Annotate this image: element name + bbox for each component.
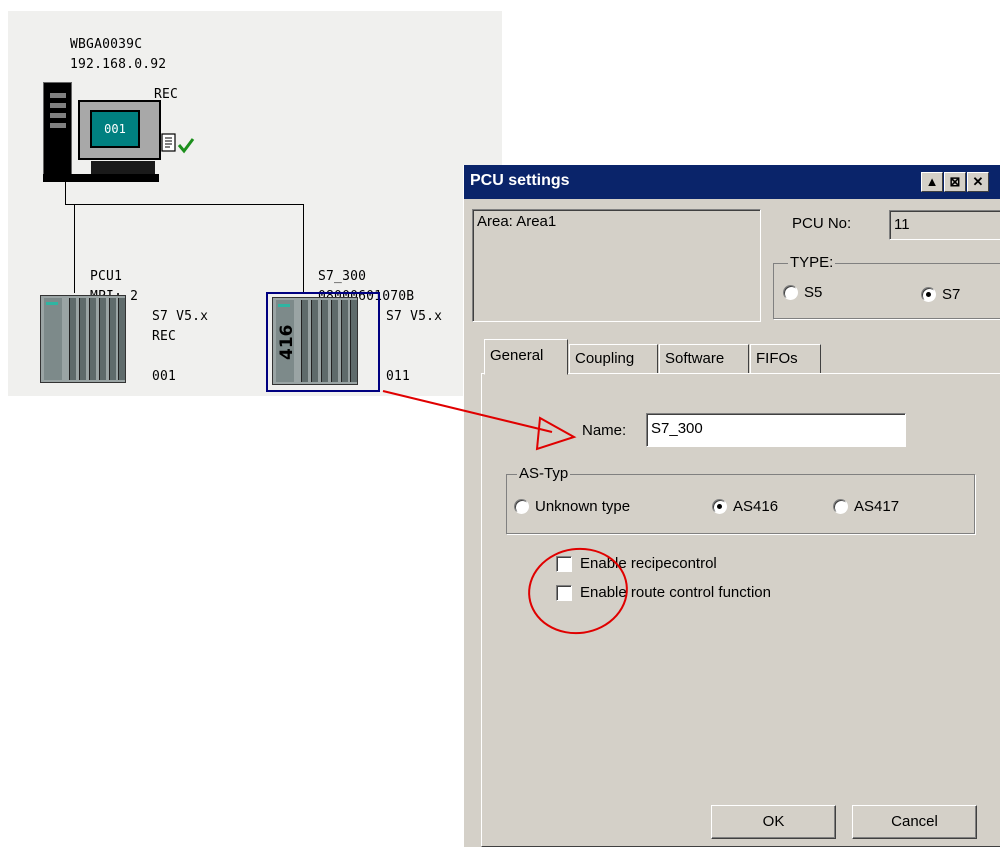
tab-general[interactable]: General [484, 339, 568, 375]
annotation-overlay [382, 390, 628, 635]
annotation-arrow-line [382, 390, 553, 433]
annotation-circle [528, 547, 628, 635]
annotation-arrowhead [535, 416, 577, 451]
